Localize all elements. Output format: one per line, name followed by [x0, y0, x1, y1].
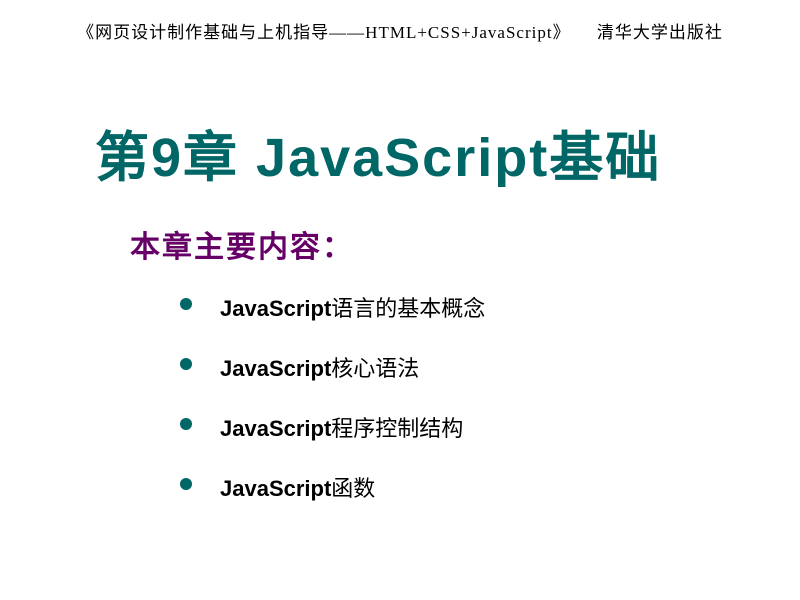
item-text: 语言的基本概念 — [331, 296, 485, 321]
item-text: 函数 — [331, 476, 375, 501]
section-title: 本章主要内容： — [130, 222, 800, 266]
list-item: JavaScript函数 — [180, 471, 800, 503]
item-bold: JavaScript — [220, 356, 331, 381]
item-bold: JavaScript — [220, 476, 331, 501]
item-bold: JavaScript — [220, 416, 331, 441]
page-header: 《网页设计制作基础与上机指导——HTML+CSS+JavaScript》 清华大… — [0, 0, 800, 43]
list-item: JavaScript核心语法 — [180, 351, 800, 383]
content-list: JavaScript语言的基本概念 JavaScript核心语法 JavaScr… — [180, 291, 800, 503]
chapter-title: 第9章 JavaScript基础 — [95, 113, 800, 192]
item-bold: JavaScript — [220, 296, 331, 321]
publisher: 清华大学出版社 — [597, 23, 723, 42]
item-text: 核心语法 — [331, 356, 419, 381]
item-text: 程序控制结构 — [331, 416, 463, 441]
list-item: JavaScript语言的基本概念 — [180, 291, 800, 323]
book-title: 《网页设计制作基础与上机指导——HTML+CSS+JavaScript》 — [77, 23, 570, 42]
list-item: JavaScript程序控制结构 — [180, 411, 800, 443]
